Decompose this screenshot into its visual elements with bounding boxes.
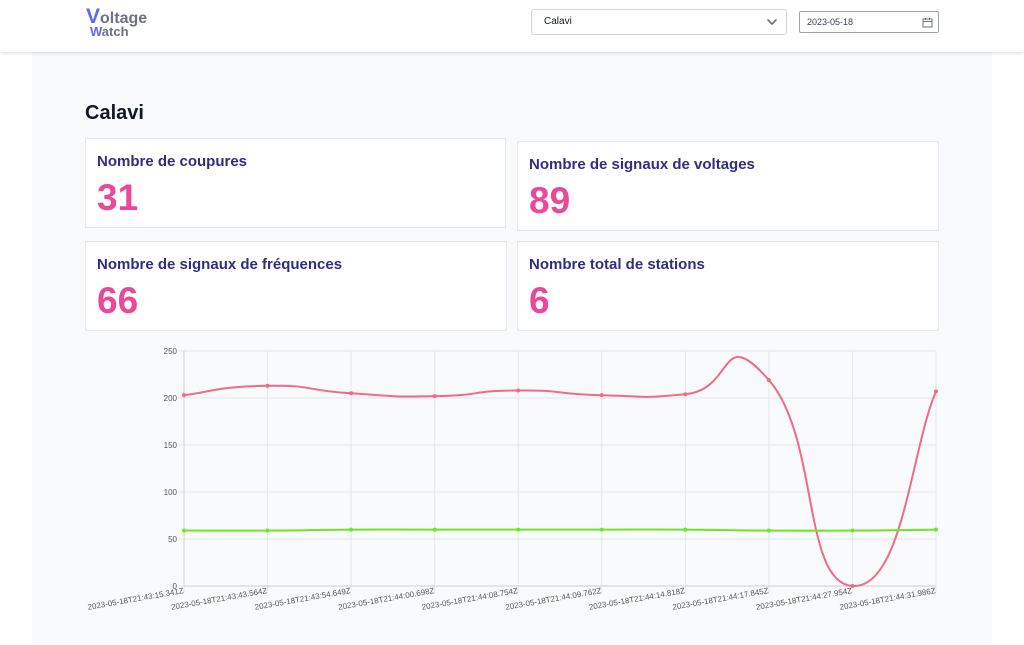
voltage-watch-logo[interactable]: Voltage Watch bbox=[86, 6, 147, 38]
data-point bbox=[265, 383, 270, 388]
y-tick-label: 100 bbox=[164, 488, 178, 497]
x-tick-label: 2023-05-18T21:43:54.649Z bbox=[254, 586, 352, 612]
data-point bbox=[599, 527, 604, 532]
y-tick-label: 150 bbox=[164, 441, 178, 450]
data-point bbox=[766, 378, 771, 383]
date-input[interactable]: 2023-05-18 bbox=[799, 11, 939, 33]
x-tick-label: 2023-05-18T21:44:17.845Z bbox=[672, 586, 770, 612]
y-tick-label: 250 bbox=[164, 347, 178, 356]
data-point bbox=[850, 528, 855, 533]
data-point bbox=[182, 393, 186, 398]
data-point bbox=[683, 392, 688, 397]
y-tick-label: 200 bbox=[164, 394, 178, 403]
data-point bbox=[934, 389, 938, 394]
data-point bbox=[182, 528, 186, 533]
x-tick-label: 2023-05-18T21:44:00.698Z bbox=[338, 586, 436, 612]
x-tick-label: 2023-05-18T21:44:31.986Z bbox=[839, 586, 937, 612]
data-point bbox=[432, 394, 437, 399]
data-point bbox=[766, 528, 771, 533]
calendar-icon[interactable] bbox=[922, 17, 933, 28]
data-point bbox=[349, 527, 354, 532]
series-line-1 bbox=[183, 528, 937, 532]
voltage-frequency-chart: 0501001502002502023-05-18T21:43:15.341Z2… bbox=[87, 347, 938, 612]
data-point bbox=[432, 527, 437, 532]
top-header: Voltage Watch Calavi 2023-05-18 bbox=[0, 0, 1024, 52]
x-tick-label: 2023-05-18T21:43:43.564Z bbox=[170, 586, 268, 612]
chevron-down-icon bbox=[767, 19, 777, 25]
logo-text-atch: atch bbox=[101, 24, 129, 39]
x-tick-label: 2023-05-18T21:44:27.954Z bbox=[755, 586, 853, 612]
data-point bbox=[349, 391, 354, 396]
data-point bbox=[850, 584, 855, 588]
station-select-value: Calavi bbox=[544, 16, 572, 27]
x-tick-label: 2023-05-18T21:44:14.818Z bbox=[588, 586, 686, 612]
data-point bbox=[934, 527, 938, 532]
data-point bbox=[599, 393, 604, 398]
data-point bbox=[516, 388, 521, 393]
x-tick-label: 2023-05-18T21:44:08.754Z bbox=[421, 586, 519, 612]
x-tick-label: 2023-05-18T21:43:15.341Z bbox=[87, 586, 185, 612]
x-tick-label: 2023-05-18T21:44:09.762Z bbox=[505, 586, 603, 612]
data-point bbox=[516, 527, 521, 532]
data-point bbox=[683, 527, 688, 532]
station-select[interactable]: Calavi bbox=[531, 9, 787, 35]
y-tick-label: 50 bbox=[168, 535, 177, 544]
data-point bbox=[265, 528, 270, 533]
date-input-value: 2023-05-18 bbox=[807, 17, 854, 27]
series-line-0 bbox=[183, 355, 937, 588]
logo-letter-w: W bbox=[90, 24, 102, 39]
